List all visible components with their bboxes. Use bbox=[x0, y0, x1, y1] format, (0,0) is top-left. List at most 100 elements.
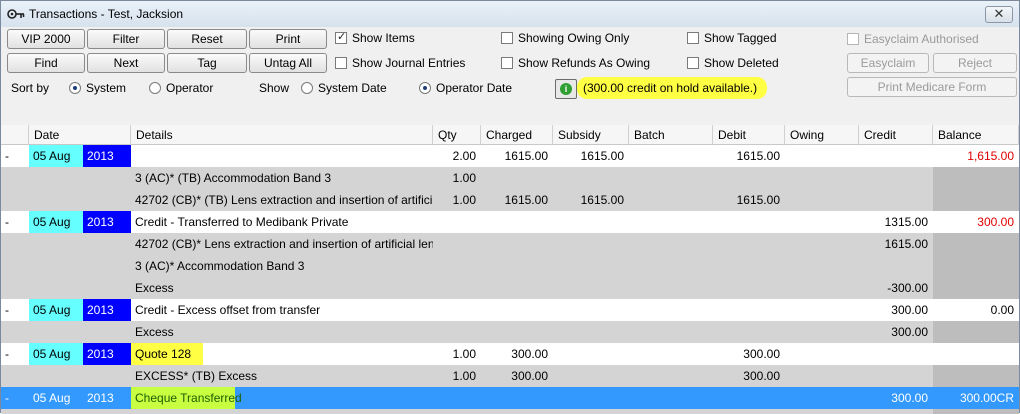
close-button[interactable]: ✕ bbox=[985, 6, 1013, 23]
cell-charged bbox=[481, 233, 553, 255]
cell-balance bbox=[933, 409, 1019, 414]
cell-owing bbox=[785, 145, 859, 167]
cell-debit: 1615.00 bbox=[736, 149, 780, 163]
vip-button[interactable]: VIP 2000 bbox=[7, 29, 85, 49]
easyclaim-button[interactable]: Easyclaim bbox=[847, 53, 929, 73]
transaction-row[interactable]: - 05 Aug 2013 Quote 128 1.00 300.00 300.00 bbox=[1, 343, 1019, 365]
tag-button[interactable]: Tag bbox=[167, 53, 247, 73]
easyclaim-authorised-checkbox[interactable]: Easyclaim Authorised bbox=[847, 32, 979, 48]
show-operator-date-radio[interactable]: Operator Date bbox=[419, 81, 512, 95]
cell-subsidy bbox=[553, 387, 629, 409]
transactions-grid: Date Details Qty Charged Subsidy Batch D… bbox=[1, 125, 1019, 414]
cell-marker: - bbox=[5, 303, 9, 317]
print-button[interactable]: Print bbox=[249, 29, 327, 49]
sort-system-radio[interactable]: System bbox=[69, 81, 126, 95]
cell-subsidy bbox=[553, 321, 629, 343]
cell-details: 42702 (CB)* (TB) Lens extraction and ins… bbox=[131, 189, 433, 211]
cell-marker bbox=[1, 233, 29, 255]
untag-all-button[interactable]: Untag All bbox=[249, 53, 327, 73]
cell-debit bbox=[713, 321, 785, 343]
cell-details: Excess bbox=[131, 321, 433, 343]
cell-details: 42702 (CB)* Lens extraction and insertio… bbox=[131, 233, 433, 255]
cell-date bbox=[29, 189, 83, 211]
cell-owing bbox=[785, 321, 859, 343]
grid-header: Date Details Qty Charged Subsidy Batch D… bbox=[1, 125, 1019, 145]
item-row[interactable]: 42702 (CB)* (TB) Lens extraction and ins… bbox=[1, 189, 1019, 211]
item-row[interactable]: Excess -300.00 bbox=[1, 277, 1019, 299]
cell-charged bbox=[481, 409, 553, 414]
cell-details: 3 (AC)* Accommodation Band 3 bbox=[131, 255, 433, 277]
cell-subsidy bbox=[553, 167, 629, 189]
reject-button[interactable]: Reject bbox=[933, 53, 1017, 73]
transaction-row[interactable]: - 05 Aug 2013 Credit - Transferred to Medib… bbox=[1, 211, 1019, 233]
cell-batch bbox=[629, 255, 713, 277]
cell-debit bbox=[713, 211, 785, 233]
header-credit[interactable]: Credit bbox=[859, 125, 933, 145]
header-charged[interactable]: Charged bbox=[481, 125, 553, 145]
cell-balance bbox=[933, 343, 1019, 365]
cell-debit bbox=[713, 299, 785, 321]
next-button[interactable]: Next bbox=[87, 53, 165, 73]
item-row[interactable]: 3 (AC)* Accommodation Band 3 bbox=[1, 255, 1019, 277]
show-deleted-checkbox[interactable]: Show Deleted bbox=[687, 56, 779, 72]
find-button[interactable]: Find bbox=[7, 53, 85, 73]
item-row[interactable]: EXCESS* (TB) Excess 1.00 300.00 300.00 bbox=[1, 365, 1019, 387]
show-system-date-radio[interactable]: System Date bbox=[301, 81, 387, 95]
info-button[interactable]: i bbox=[555, 79, 577, 99]
cell-marker: - bbox=[5, 347, 9, 361]
cell-qty bbox=[433, 233, 481, 255]
cell-balance bbox=[933, 321, 1019, 343]
cell-date: 05 Aug bbox=[29, 145, 83, 167]
print-medicare-form-button[interactable]: Print Medicare Form bbox=[847, 77, 1017, 97]
transaction-row[interactable]: - 05 Aug 2013 Credit - Excess offset from t… bbox=[1, 299, 1019, 321]
cell-batch bbox=[629, 211, 713, 233]
show-journal-checkbox[interactable]: Show Journal Entries bbox=[335, 56, 465, 72]
item-row[interactable]: EXCESS* Excess 300.00 bbox=[1, 409, 1019, 414]
cell-balance bbox=[933, 233, 1019, 255]
header-subsidy[interactable]: Subsidy bbox=[553, 125, 629, 145]
header-details[interactable]: Details bbox=[131, 125, 433, 145]
cell-owing bbox=[785, 189, 859, 211]
cell-year bbox=[83, 167, 131, 189]
cell-charged bbox=[481, 255, 553, 277]
cell-credit bbox=[859, 343, 933, 365]
cell-date: 05 Aug bbox=[29, 299, 83, 321]
cell-owing bbox=[785, 233, 859, 255]
show-items-checkbox[interactable]: Show Items bbox=[335, 30, 415, 47]
item-row[interactable]: Excess 300.00 bbox=[1, 321, 1019, 343]
transaction-row[interactable]: - 05 Aug 2013 Cheque Transferred 300.00 300.0… bbox=[1, 387, 1019, 409]
show-refunds-checkbox[interactable]: Show Refunds As Owing bbox=[501, 56, 650, 72]
close-icon: ✕ bbox=[993, 6, 1005, 21]
cell-date bbox=[29, 233, 83, 255]
cell-charged: 300.00 bbox=[511, 347, 548, 361]
cell-credit bbox=[859, 167, 933, 189]
header-date[interactable]: Date bbox=[29, 125, 131, 145]
header-marker bbox=[1, 125, 29, 145]
cell-owing bbox=[785, 167, 859, 189]
reset-button[interactable]: Reset bbox=[167, 29, 247, 49]
header-debit[interactable]: Debit bbox=[713, 125, 785, 145]
header-batch[interactable]: Batch bbox=[629, 125, 713, 145]
cell-charged: 1615.00 bbox=[481, 189, 553, 211]
cell-balance bbox=[933, 189, 1019, 211]
cell-debit: 1615.00 bbox=[713, 189, 785, 211]
cell-subsidy: 1615.00 bbox=[553, 189, 629, 211]
header-balance[interactable]: Balance bbox=[933, 125, 1019, 145]
cell-details: Credit - Excess offset from transfer bbox=[135, 303, 321, 317]
cell-batch bbox=[629, 233, 713, 255]
header-owing[interactable]: Owing bbox=[785, 125, 859, 145]
cell-owing bbox=[785, 255, 859, 277]
cell-balance bbox=[933, 277, 1019, 299]
item-row[interactable]: 42702 (CB)* Lens extraction and insertio… bbox=[1, 233, 1019, 255]
show-tagged-checkbox[interactable]: Show Tagged bbox=[687, 31, 777, 47]
header-qty[interactable]: Qty bbox=[433, 125, 481, 145]
showing-owing-checkbox[interactable]: Showing Owing Only bbox=[501, 31, 629, 47]
cell-details: Credit - Transferred to Medibank Private bbox=[135, 215, 349, 229]
transaction-row[interactable]: - 05 Aug 2013 2.00 1615.00 1615.00 1615.00 1,61… bbox=[1, 145, 1019, 167]
cell-subsidy bbox=[553, 277, 629, 299]
cell-charged bbox=[481, 167, 553, 189]
item-row[interactable]: 3 (AC)* (TB) Accommodation Band 3 1.00 bbox=[1, 167, 1019, 189]
cell-subsidy bbox=[553, 365, 629, 387]
sort-operator-radio[interactable]: Operator bbox=[149, 81, 213, 95]
filter-button[interactable]: Filter bbox=[87, 29, 165, 49]
